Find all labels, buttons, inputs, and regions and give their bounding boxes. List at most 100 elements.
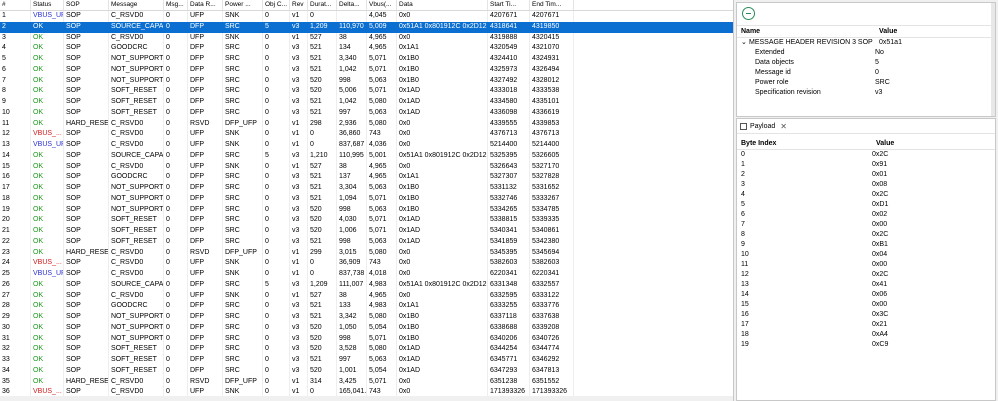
details-row[interactable]: Extended No [737,48,995,58]
col-message-header[interactable]: Message [109,0,164,10]
payload-row[interactable]: 10 0x04 [737,250,995,260]
table-row[interactable]: 9 OK SOP SOFT_RESET 0 DFP SRC 0 v3 521 1,042 5,080 0… [0,97,733,108]
table-row[interactable]: 12 VBUS_... SOP C_RSVD0 0 UFP SNK 0 v1 0 36,860 743… [0,129,733,140]
payload-col-index[interactable]: Byte Index [737,138,876,149]
table-row[interactable]: 20 OK SOP SOFT_RESET 0 DFP SRC 0 v3 520 4,030 5,071… [0,215,733,226]
col-msg-id-header[interactable]: Msg... [164,0,188,10]
table-row[interactable]: 5 OK SOP NOT_SUPPORT... 0 DFP SRC 0 v3 521 3,340 5,… [0,54,733,65]
chevron-down-icon[interactable]: ⌄ [741,38,749,48]
col-start-time-header[interactable]: Start Ti... [488,0,530,10]
details-scrollbar[interactable] [991,3,995,116]
table-row[interactable]: 28 OK SOP GOODCRC 0 DFP SRC 0 v3 521 133 4,983 0x1A1… [0,301,733,312]
obj-count-cell: 0 [263,43,290,54]
table-row[interactable]: 27 OK SOP C_RSVD0 0 UFP SNK 0 v1 527 38 4,965 0x0 633… [0,290,733,302]
details-col-name[interactable]: Name [737,26,879,37]
payload-row[interactable]: 19 0xC9 [737,340,995,350]
table-row[interactable]: 33 OK SOP SOFT_RESET 0 DFP SRC 0 v3 521 997 5,063 0x… [0,355,733,366]
payload-tab[interactable]: Payload ✕ [737,119,995,134]
payload-row[interactable]: 0 0x2C [737,150,995,160]
payload-row[interactable]: 13 0x41 [737,280,995,290]
payload-col-value[interactable]: Value [876,138,986,149]
payload-row[interactable]: 1 0x91 [737,160,995,170]
col-sop-header[interactable]: SOP [64,0,109,10]
payload-row[interactable]: 16 0x3C [737,310,995,320]
table-row[interactable]: 6 OK SOP NOT_SUPPORT... 0 DFP SRC 0 v3 521 1,042 5,… [0,64,733,76]
horizontal-scrollbar[interactable] [0,396,733,401]
table-row[interactable]: 29 OK SOP NOT_SUPPORT... 0 DFP SRC 0 v3 521 3,342 5… [0,312,733,323]
payload-row[interactable]: 15 0x00 [737,300,995,310]
table-row[interactable]: 34 OK SOP SOFT_RESET 0 DFP SRC 0 v3 520 1,001 5,054… [0,365,733,377]
table-row[interactable]: 11 OK HARD_RESET C_RSVD0 0 RSVD DFP_UFP 0 v1 298 2… [0,118,733,130]
payload-row[interactable]: 7 0x00 [737,220,995,230]
table-row[interactable]: 13 VBUS_UP SOP C_RSVD0 0 UFP SNK 0 v1 0 837,687 4,0… [0,140,733,151]
col-obj-count-header[interactable]: Obj C... [263,0,290,10]
col-delta-header[interactable]: Delta... [337,0,367,10]
col-data-role-header[interactable]: Data R... [188,0,223,10]
payload-row[interactable]: 9 0xB1 [737,240,995,250]
table-row[interactable]: 3 OK SOP C_RSVD0 0 UFP SNK 0 v1 527 38 4,965 0x0 4319… [0,32,733,44]
message-cell: NOT_SUPPORT... [109,54,164,65]
start-time-cell: 6351238 [488,376,530,388]
table-row[interactable]: 2 OK SOP SOURCE_CAPA... 0 DFP SRC 5 v3 1,209 110,9… [0,21,733,33]
col-status-header[interactable]: Status [31,0,64,10]
payload-row[interactable]: 12 0x2C [737,270,995,280]
table-row[interactable]: 15 OK SOP C_RSVD0 0 UFP SNK 0 v1 527 38 4,965 0x0 532… [0,161,733,173]
col-duration-header[interactable]: Durat... [308,0,337,10]
table-row[interactable]: 19 OK SOP NOT_SUPPORT... 0 DFP SRC 0 v3 520 998 5,0… [0,204,733,216]
data-cell: 0x0 [397,11,488,22]
table-row[interactable]: 30 OK SOP NOT_SUPPORT... 0 DFP SRC 0 v3 520 1,050 5… [0,322,733,334]
table-row[interactable]: 10 OK SOP SOFT_RESET 0 DFP SRC 0 v3 521 997 5,063 0x… [0,107,733,119]
power-role-cell: SRC [223,21,263,33]
table-row[interactable]: 26 OK SOP SOURCE_CAPA... 0 DFP SRC 5 v3 1,209 111,… [0,279,733,291]
payload-row[interactable]: 18 0xA4 [737,330,995,340]
vbus-cell: 5,071 [367,376,397,388]
table-row[interactable]: 14 OK SOP SOURCE_CAPA... 0 DFP SRC 5 v3 1,210 110,… [0,150,733,162]
index-cell: 23 [0,247,31,259]
payload-row[interactable]: 8 0x2C [737,230,995,240]
payload-row[interactable]: 2 0x01 [737,170,995,180]
table-row[interactable]: 17 OK SOP NOT_SUPPORT... 0 DFP SRC 0 v3 521 3,304 5… [0,183,733,194]
payload-row[interactable]: 5 0xD1 [737,200,995,210]
obj-count-cell: 0 [263,290,290,302]
index-cell: 31 [0,333,31,345]
table-row[interactable]: 31 OK SOP NOT_SUPPORT... 0 DFP SRC 0 v3 520 998 5,0… [0,333,733,345]
table-row[interactable]: 16 OK SOP GOODCRC 0 DFP SRC 0 v3 521 137 4,965 0x1A1… [0,172,733,183]
col-vbus-header[interactable]: Vbus(... [367,0,397,10]
data-role-cell: DFP [188,226,223,237]
col-power-role-header[interactable]: Power ... [223,0,263,10]
close-icon[interactable]: ✕ [780,122,787,131]
payload-row[interactable]: 17 0x21 [737,320,995,330]
table-row[interactable]: 25 VBUS_UP SOP C_RSVD0 0 UFP SNK 0 v1 0 837,738 4,0… [0,269,733,280]
payload-row[interactable]: 3 0x08 [737,180,995,190]
collapse-all-icon[interactable] [742,7,755,20]
delta-cell: 5,006 [337,86,367,97]
payload-row[interactable]: 4 0x2C [737,190,995,200]
payload-row[interactable]: 11 0x00 [737,260,995,270]
details-row[interactable]: Message id 0 [737,68,995,78]
col-index-header[interactable]: # [0,0,31,10]
details-row[interactable]: Data objects 5 [737,58,995,68]
table-row[interactable]: 8 OK SOP SOFT_RESET 0 DFP SRC 0 v3 520 5,006 5,071 0… [0,86,733,97]
table-row[interactable]: 1 VBUS_UP SOP C_RSVD0 0 UFP SNK 0 v1 0 4,045 0x0 420… [0,11,733,22]
table-row[interactable]: 21 OK SOP SOFT_RESET 0 DFP SRC 0 v3 520 1,006 5,071… [0,226,733,237]
payload-row[interactable]: 14 0x06 [737,290,995,300]
status-cell: OK [31,21,64,33]
table-row[interactable]: 32 OK SOP SOFT_RESET 0 DFP SRC 0 v3 520 3,528 5,080… [0,344,733,355]
details-row[interactable]: Power role SRC [737,78,995,88]
table-row[interactable]: 22 OK SOP SOFT_RESET 0 DFP SRC 0 v3 521 998 5,063 0x… [0,236,733,248]
col-end-time-header[interactable]: End Tim... [530,0,574,10]
col-data-header[interactable]: Data [397,0,488,10]
details-group-row[interactable]: ⌄ MESSAGE HEADER REVISION 3 SOP 0x51a1 [737,38,995,48]
table-row[interactable]: 24 VBUS_... SOP C_RSVD0 0 UFP SNK 0 v1 0 36,909 743… [0,258,733,269]
details-row[interactable]: Specification revision v3 [737,88,995,96]
table-row[interactable]: 18 OK SOP NOT_SUPPORT... 0 DFP SRC 0 v3 521 1,094 5… [0,193,733,205]
payload-row[interactable]: 6 0x02 [737,210,995,220]
table-row[interactable]: 35 OK HARD_RESET C_RSVD0 0 RSVD DFP_UFP 0 v1 314 3… [0,376,733,388]
col-rev-header[interactable]: Rev [290,0,308,10]
table-row[interactable]: 4 OK SOP GOODCRC 0 DFP SRC 0 v3 521 134 4,965 0x1A1 4… [0,43,733,54]
table-row[interactable]: 7 OK SOP NOT_SUPPORT... 0 DFP SRC 0 v3 520 998 5,06… [0,75,733,87]
details-col-value[interactable]: Value [879,26,989,37]
data-role-cell: RSVD [188,376,223,388]
msg-id-cell: 0 [164,226,188,237]
table-row[interactable]: 23 OK HARD_RESET C_RSVD0 0 RSVD DFP_UFP 0 v1 299 3… [0,247,733,259]
